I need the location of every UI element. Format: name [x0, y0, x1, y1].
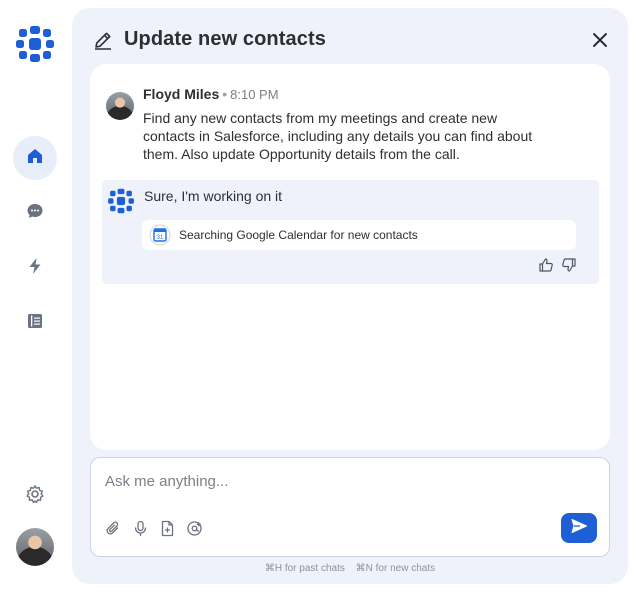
keyboard-hints: ⌘H for past chats ⌘N for new chats [72, 563, 628, 574]
author-avatar [106, 92, 134, 120]
composer [90, 457, 610, 557]
home-icon [26, 147, 44, 170]
header-separator: • [222, 86, 228, 102]
nav-library[interactable] [13, 301, 57, 345]
nav-chats[interactable] [13, 191, 57, 235]
microphone-icon[interactable] [132, 520, 149, 537]
page-title: Update new contacts [124, 28, 326, 50]
thumbs-up-icon[interactable] [538, 257, 554, 273]
logo-icon[interactable] [13, 24, 57, 64]
chat-panel: Update new contacts Floyd Miles • 8:10 PM … [72, 8, 628, 584]
nav-home[interactable] [13, 136, 57, 180]
edit-icon [92, 29, 114, 51]
send-button[interactable] [561, 513, 597, 543]
file-add-icon[interactable] [159, 520, 176, 537]
gear-icon [25, 484, 45, 509]
assistant-reply: Sure, I'm working on it 31 Searching Goo… [102, 180, 599, 284]
paperclip-icon[interactable] [105, 520, 122, 537]
book-icon [26, 312, 44, 335]
google-calendar-icon: 31 [149, 224, 171, 246]
settings-button[interactable] [13, 474, 57, 518]
author-name: Floyd Miles [143, 86, 220, 102]
thumbs-down-icon[interactable] [561, 257, 577, 273]
send-icon [570, 517, 588, 540]
sidebar [0, 0, 70, 592]
user-avatar[interactable] [16, 528, 54, 566]
past-chats-hint: ⌘H for past chats [264, 563, 345, 574]
feedback-buttons [538, 257, 577, 273]
composer-tools [105, 520, 203, 537]
bolt-icon [26, 257, 44, 280]
message-time: 8:10 PM [230, 87, 279, 102]
close-icon[interactable] [590, 30, 610, 50]
nav-automations[interactable] [13, 246, 57, 290]
conversation-card: Floyd Miles • 8:10 PM Find any new contact… [90, 64, 610, 450]
message-input[interactable] [105, 470, 545, 492]
assistant-reply-text: Sure, I'm working on it [144, 188, 283, 204]
user-message-text: Find any new contacts from my meetings a… [143, 110, 533, 162]
mention-icon[interactable] [186, 520, 203, 537]
new-chats-hint: ⌘N for new chats [355, 563, 436, 574]
assistant-logo-icon [106, 187, 136, 215]
calendar-day: 31 [157, 235, 164, 241]
status-text: Searching Google Calendar for new contac… [179, 228, 418, 242]
message-header: Floyd Miles • 8:10 PM [143, 86, 279, 102]
status-step: 31 Searching Google Calendar for new con… [142, 220, 576, 250]
chat-icon [26, 202, 44, 225]
